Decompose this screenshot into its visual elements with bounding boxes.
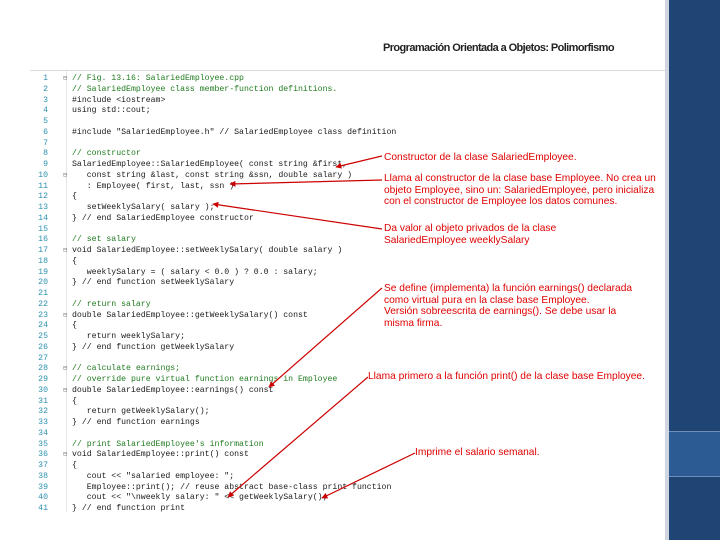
annotation-weekly-salary: Imprime el salario semanal. [415,447,540,459]
arrow-constructor [335,155,383,169]
annotation-arrows [212,155,416,499]
arrow-weekly [321,452,416,499]
annotation-base-constructor: Llama al constructor de la clase base Em… [384,173,656,208]
annotation-earnings: Se define (implementa) la función earnin… [384,283,633,330]
arrow-set-salary [212,201,383,230]
annotation-set-salary: Da valor al objeto privados de la clase … [384,223,557,247]
annotation-constructor: Constructor de la clase SalariedEmployee… [384,152,577,164]
arrow-earnings [268,287,383,388]
annotation-layer: Constructor de la clase SalariedEmployee… [0,0,720,540]
annotation-print-call: Llama primero a la función print() de la… [368,371,645,383]
arrow-print-call [227,376,369,498]
arrow-base-constructor [229,179,383,187]
